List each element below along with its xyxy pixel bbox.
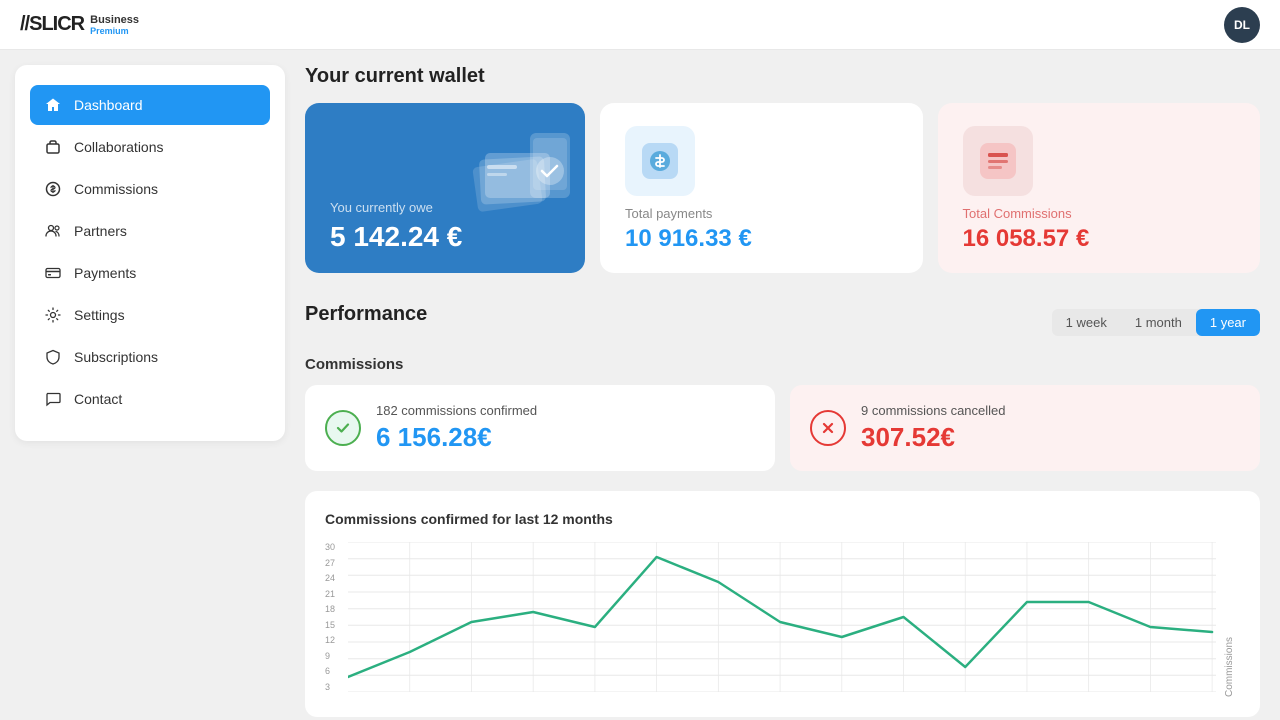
y-axis-label: Commissions	[1224, 542, 1240, 697]
commission-card-cancelled: 9 commissions cancelled 307.52€	[790, 385, 1260, 471]
performance-header: Performance 1 week 1 month 1 year	[305, 303, 1260, 341]
commission-cancelled-info: 9 commissions cancelled 307.52€	[861, 403, 1006, 453]
chart-container: Commissions confirmed for last 12 months…	[305, 491, 1260, 717]
commissions-card-label: Total Commissions	[963, 206, 1236, 221]
performance-title: Performance	[305, 303, 427, 326]
sidebar-label-collaborations: Collaborations	[74, 139, 164, 155]
y-axis: 30 27 24 21 18 15 12 9 6 3	[325, 542, 340, 692]
gear-icon	[44, 306, 62, 324]
sidebar-item-collaborations[interactable]: Collaborations	[30, 127, 270, 167]
shield-icon	[44, 348, 62, 366]
wallet-cards: You currently owe 5 142.24 € Total payme…	[305, 103, 1260, 273]
filter-1year[interactable]: 1 year	[1196, 309, 1260, 336]
sidebar-label-settings: Settings	[74, 307, 125, 323]
commissions-section-label: Commissions	[305, 356, 1260, 373]
sidebar-item-commissions[interactable]: Commissions	[30, 169, 270, 209]
chat-icon	[44, 390, 62, 408]
filter-1week[interactable]: 1 week	[1052, 309, 1121, 336]
confirmed-count: 182 commissions confirmed	[376, 403, 537, 418]
owe-amount: 5 142.24 €	[330, 221, 560, 253]
commission-card-confirmed: 182 commissions confirmed 6 156.28€	[305, 385, 775, 471]
sidebar-item-payments[interactable]: Payments	[30, 253, 270, 293]
payments-amount: 10 916.33 €	[625, 225, 898, 253]
header: //SLICR Business Premium DL	[0, 0, 1280, 50]
chart-svg	[348, 542, 1216, 692]
x-icon	[810, 410, 846, 446]
wallet-card-payments: Total payments 10 916.33 €	[600, 103, 923, 273]
layout: Dashboard Collaborations Commissions	[0, 0, 1280, 720]
business-label: Business	[90, 14, 139, 26]
filter-1month[interactable]: 1 month	[1121, 309, 1196, 336]
wallet-card-owe: You currently owe 5 142.24 €	[305, 103, 585, 273]
chart-wrapper: 30 27 24 21 18 15 12 9 6 3	[325, 542, 1240, 697]
payments-icon-container	[625, 126, 898, 196]
home-icon	[44, 96, 62, 114]
sidebar-label-payments: Payments	[74, 265, 136, 281]
chart-title: Commissions confirmed for last 12 months	[325, 511, 1240, 527]
cancelled-count: 9 commissions cancelled	[861, 403, 1006, 418]
sidebar-label-dashboard: Dashboard	[74, 97, 143, 113]
payments-icon	[625, 126, 695, 196]
wallet-illustration	[455, 113, 575, 223]
sidebar-label-commissions: Commissions	[74, 181, 158, 197]
sidebar-label-contact: Contact	[74, 391, 122, 407]
sidebar-label-partners: Partners	[74, 223, 127, 239]
sidebar-item-partners[interactable]: Partners	[30, 211, 270, 251]
commissions-icon-container	[963, 126, 1236, 196]
commissions-card-amount: 16 058.57 €	[963, 225, 1236, 253]
premium-label: Premium	[90, 26, 139, 36]
sidebar-item-settings[interactable]: Settings	[30, 295, 270, 335]
check-icon	[325, 410, 361, 446]
sidebar-item-contact[interactable]: Contact	[30, 379, 270, 419]
logo-business: Business Premium	[90, 14, 139, 36]
commissions-icon	[963, 126, 1033, 196]
people-icon	[44, 222, 62, 240]
logo-text: //SLICR	[20, 13, 84, 36]
sidebar-label-subscriptions: Subscriptions	[74, 349, 158, 365]
payments-label: Total payments	[625, 206, 898, 221]
confirmed-amount: 6 156.28€	[376, 422, 537, 453]
avatar[interactable]: DL	[1224, 7, 1260, 43]
dollar-circle-icon	[44, 180, 62, 198]
commission-cards: 182 commissions confirmed 6 156.28€ 9 co…	[305, 385, 1260, 471]
sidebar: Dashboard Collaborations Commissions	[15, 65, 285, 441]
sidebar-item-subscriptions[interactable]: Subscriptions	[30, 337, 270, 377]
time-filters: 1 week 1 month 1 year	[1052, 309, 1260, 336]
chart-svg-area	[348, 542, 1216, 697]
wallet-title: Your current wallet	[305, 65, 1260, 88]
sidebar-item-dashboard[interactable]: Dashboard	[30, 85, 270, 125]
card-icon	[44, 264, 62, 282]
commission-confirmed-info: 182 commissions confirmed 6 156.28€	[376, 403, 537, 453]
main-content: Your current wallet	[300, 50, 1280, 720]
logo: //SLICR Business Premium	[20, 13, 139, 36]
cancelled-amount: 307.52€	[861, 422, 1006, 453]
briefcase-icon	[44, 138, 62, 156]
wallet-card-commissions: Total Commissions 16 058.57 €	[938, 103, 1261, 273]
